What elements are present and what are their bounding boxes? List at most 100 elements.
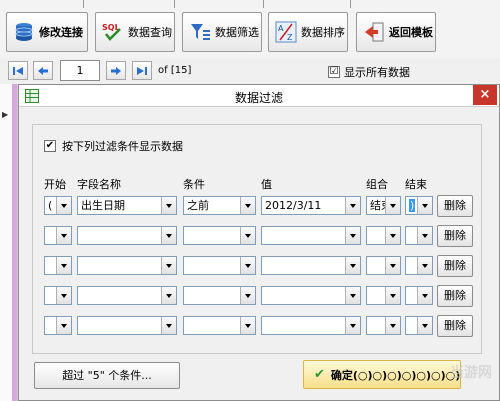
first-page-button[interactable] <box>8 61 28 80</box>
field-name-select[interactable] <box>77 256 177 275</box>
page-count-label: of [15] <box>158 65 192 76</box>
chevron-down-icon <box>417 257 432 274</box>
chevron-down-icon <box>345 227 360 244</box>
start-paren-select[interactable]: ( <box>44 196 72 215</box>
row-pointer-icon: ▶ <box>2 110 9 119</box>
toolbar-separator <box>83 0 84 8</box>
show-all-label: 显示所有数据 <box>344 66 410 79</box>
more-conditions-button[interactable]: 超过 "5" 个条件... <box>34 362 180 389</box>
main-toolbar: 修改连接 SQL 数据查询 数据筛选 A Z 数据排序 返回模板 <box>0 0 500 58</box>
column-header-combine: 组合 <box>366 178 388 191</box>
last-page-button[interactable] <box>132 61 152 80</box>
apply-filter-toggle[interactable]: ✔ 按下列过滤条件显示数据 <box>44 138 183 154</box>
start-paren-select[interactable] <box>44 226 72 245</box>
next-arrow-icon <box>111 66 121 75</box>
condition-select[interactable] <box>183 286 256 305</box>
chevron-down-icon <box>417 197 432 214</box>
chevron-down-icon <box>161 257 176 274</box>
column-header-value: 值 <box>261 178 272 191</box>
value-select[interactable]: 2012/3/11 <box>261 196 361 215</box>
end-paren-select[interactable] <box>405 316 433 335</box>
edit-connection-button[interactable]: 修改连接 <box>6 12 88 52</box>
chevron-down-icon <box>385 287 400 304</box>
page-number-input[interactable]: 1 <box>60 60 100 81</box>
chevron-down-icon <box>385 227 400 244</box>
data-sort-button[interactable]: A Z 数据排序 <box>268 12 348 52</box>
field-name-select[interactable] <box>77 316 177 335</box>
chevron-down-icon <box>345 317 360 334</box>
chevron-down-icon <box>240 287 255 304</box>
value-value: 2012/3/11 <box>265 199 322 212</box>
back-template-label: 返回模板 <box>389 26 433 39</box>
dialog-titlebar: 数据过滤 × <box>19 85 499 107</box>
delete-row-button[interactable]: 删除 <box>437 195 473 217</box>
chevron-down-icon <box>385 317 400 334</box>
toolbar-separator <box>263 0 264 8</box>
end-paren-select[interactable] <box>405 256 433 275</box>
chevron-down-icon <box>161 317 176 334</box>
delete-row-button[interactable]: 删除 <box>437 255 473 277</box>
data-filter-label: 数据筛选 <box>215 26 259 39</box>
combine-select[interactable] <box>366 226 401 245</box>
return-icon <box>363 21 385 43</box>
next-page-button[interactable] <box>106 61 126 80</box>
field-name-select[interactable] <box>77 286 177 305</box>
value-select[interactable] <box>261 316 361 335</box>
chevron-down-icon <box>345 257 360 274</box>
chevron-down-icon <box>56 197 71 214</box>
value-select[interactable] <box>261 226 361 245</box>
show-all-checkbox[interactable]: ☑ <box>328 66 340 78</box>
column-header-end: 结束 <box>405 178 427 191</box>
value-select[interactable] <box>261 256 361 275</box>
toolbar-separator <box>174 0 175 8</box>
chevron-down-icon <box>240 257 255 274</box>
apply-filter-checkbox[interactable]: ✔ <box>44 140 56 152</box>
end-paren-select[interactable] <box>405 286 433 305</box>
last-page-icon <box>137 66 147 75</box>
left-panel-strip: ▶ <box>0 84 18 401</box>
start-paren-select[interactable] <box>44 256 72 275</box>
field-name-value: 出生日期 <box>81 199 125 212</box>
chevron-down-icon <box>417 227 432 244</box>
delete-row-button[interactable]: 删除 <box>437 285 473 307</box>
delete-row-button[interactable]: 删除 <box>437 315 473 337</box>
previous-page-button[interactable] <box>33 61 53 80</box>
ok-button[interactable]: ✔ 确定(○)○)○)○)○)○)○)○) <box>303 360 461 389</box>
start-paren-select[interactable] <box>44 316 72 335</box>
previous-arrow-icon <box>38 66 48 75</box>
field-name-select[interactable] <box>77 226 177 245</box>
data-query-button[interactable]: SQL 数据查询 <box>95 12 175 52</box>
condition-select[interactable] <box>183 226 256 245</box>
end-paren-select[interactable]: ) <box>405 196 433 215</box>
field-name-select[interactable]: 出生日期 <box>77 196 177 215</box>
checkmark-icon: ✔ <box>314 367 325 382</box>
combine-select[interactable] <box>366 286 401 305</box>
combine-select[interactable]: 结束 <box>366 196 401 215</box>
value-select[interactable] <box>261 286 361 305</box>
delete-row-button[interactable]: 删除 <box>437 225 473 247</box>
chevron-down-icon <box>56 317 71 334</box>
toolbar-separator <box>350 0 351 8</box>
column-header-start: 开始 <box>44 178 66 191</box>
chevron-down-icon <box>417 317 432 334</box>
end-paren-select[interactable] <box>405 226 433 245</box>
close-button[interactable]: × <box>473 85 497 105</box>
ok-button-label: 确定(○)○)○)○)○)○)○)○) <box>330 368 461 382</box>
record-navigator: 1 of [15] ☑ 显示所有数据 <box>0 58 500 84</box>
back-template-button[interactable]: 返回模板 <box>356 12 436 52</box>
data-filter-button[interactable]: 数据筛选 <box>182 12 262 52</box>
chevron-down-icon <box>417 287 432 304</box>
start-paren-value: ( <box>48 199 53 212</box>
data-sort-label: 数据排序 <box>301 26 345 39</box>
show-all-data-toggle[interactable]: ☑ 显示所有数据 <box>328 64 410 80</box>
start-paren-select[interactable] <box>44 286 72 305</box>
condition-select[interactable] <box>183 256 256 275</box>
condition-select[interactable] <box>183 316 256 335</box>
chevron-down-icon <box>345 197 360 214</box>
condition-select[interactable]: 之前 <box>183 196 256 215</box>
combine-select[interactable] <box>366 316 401 335</box>
data-query-label: 数据查询 <box>128 26 172 39</box>
chevron-down-icon <box>161 287 176 304</box>
combine-select[interactable] <box>366 256 401 275</box>
chevron-down-icon <box>240 227 255 244</box>
